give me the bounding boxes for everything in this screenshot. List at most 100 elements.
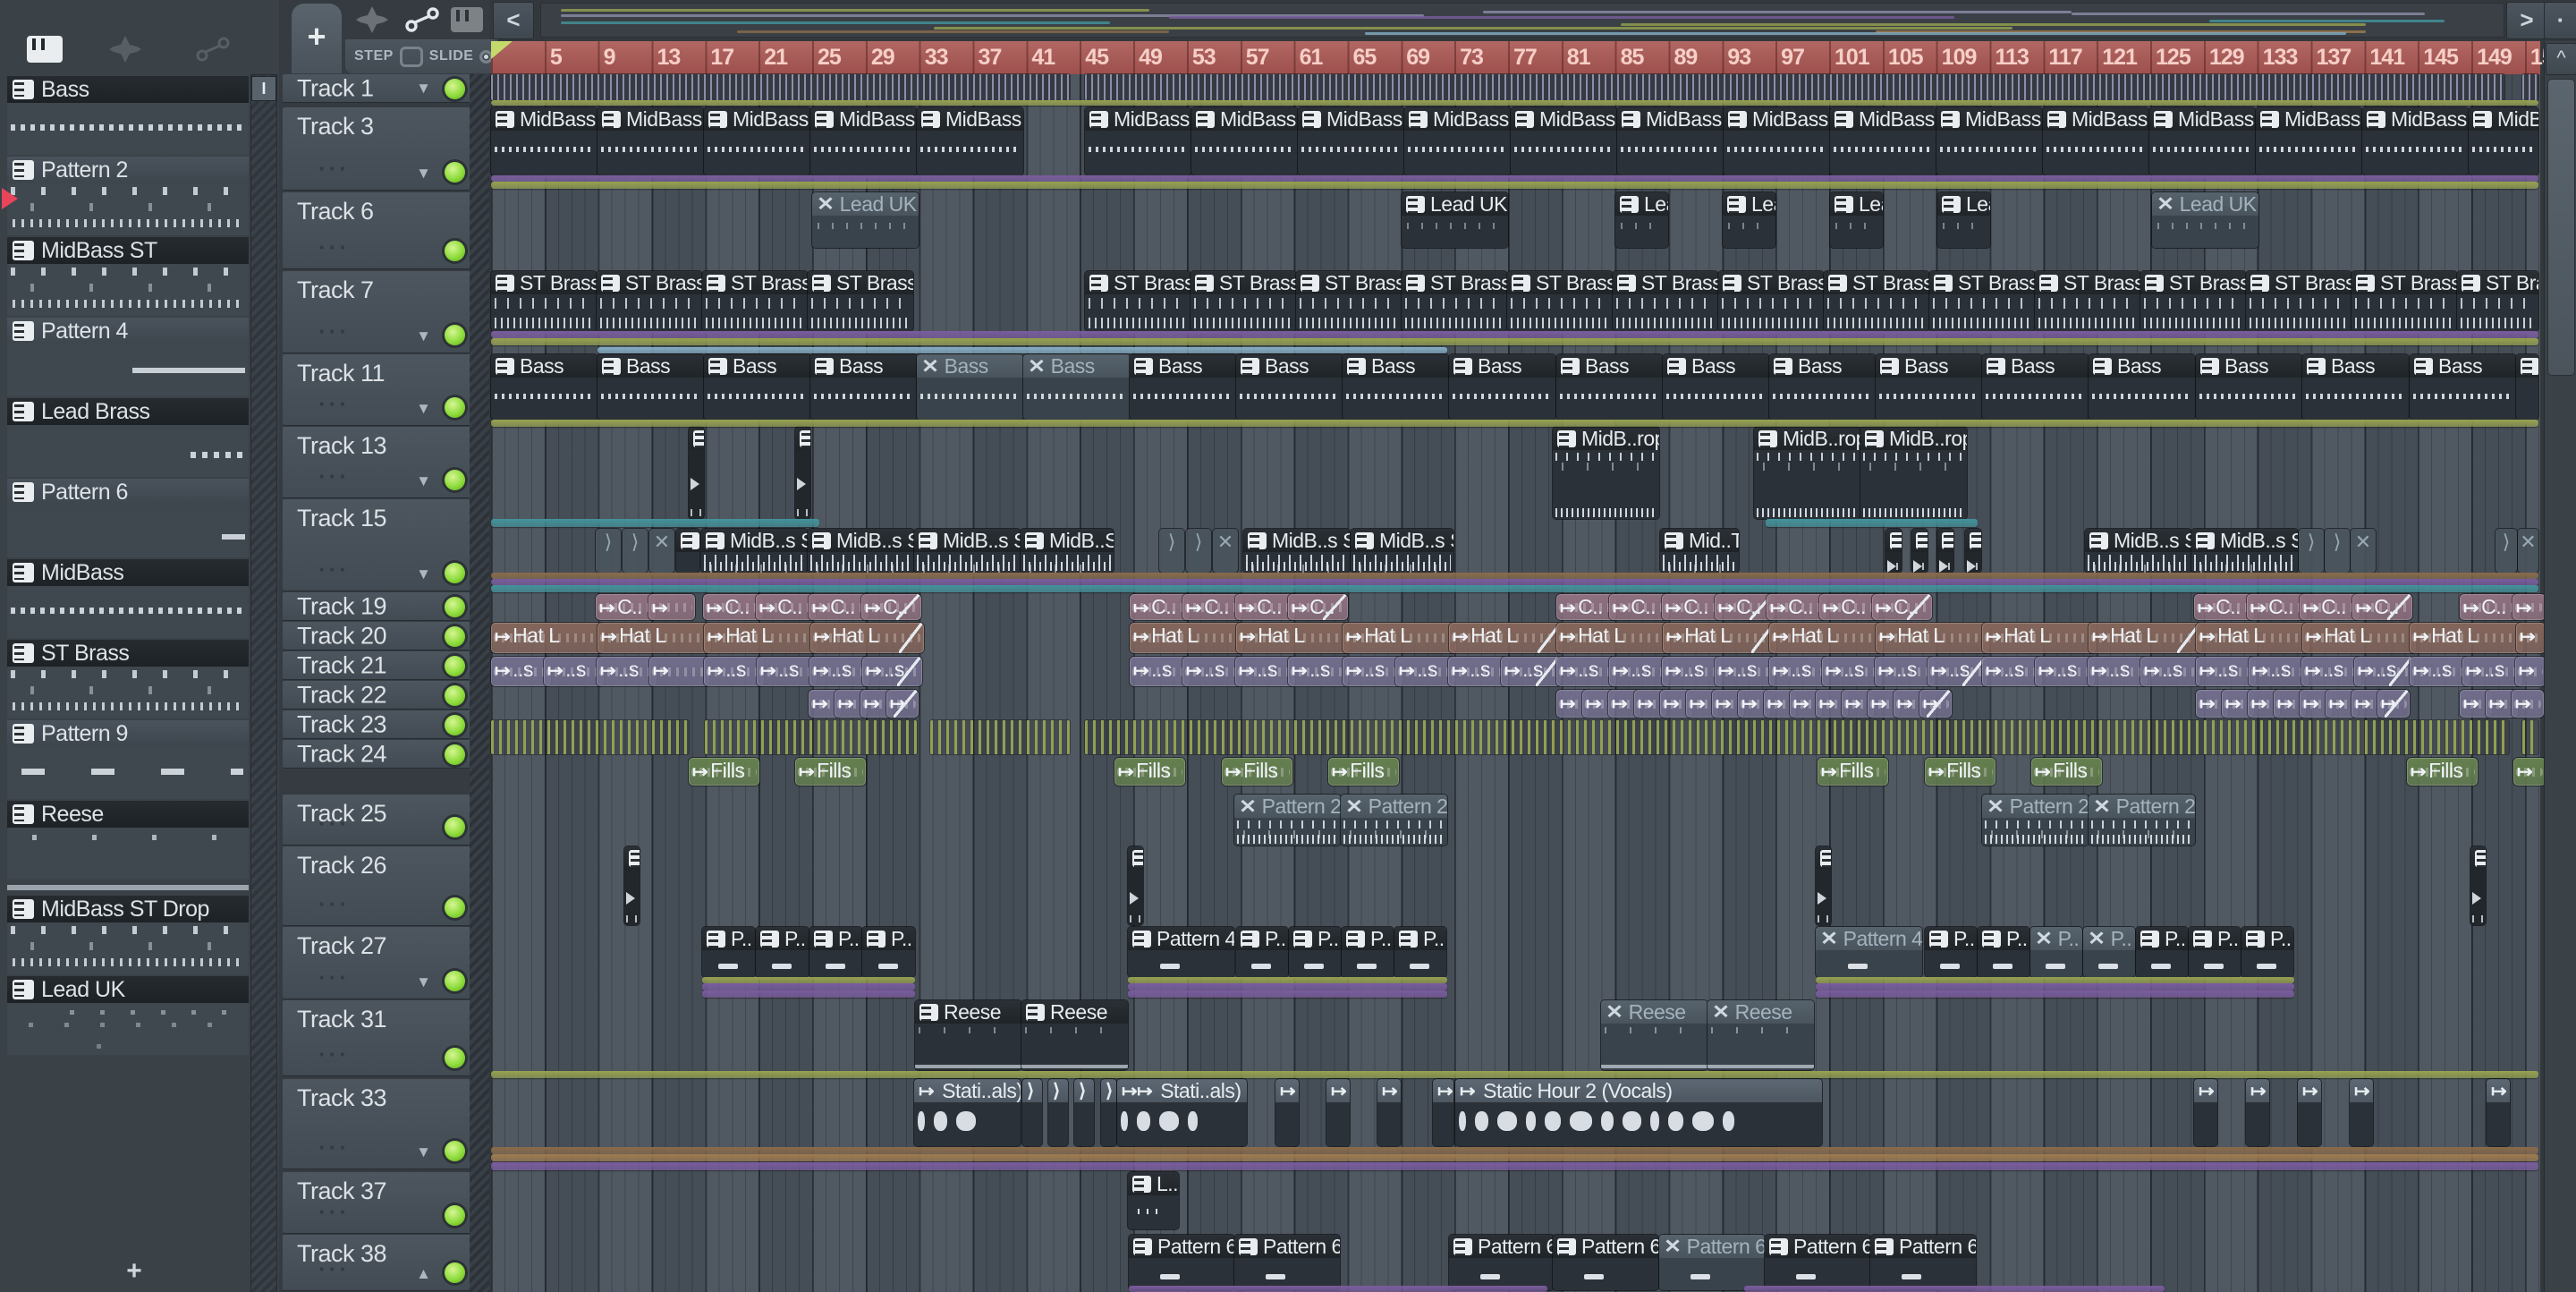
pattern-item[interactable]: Pattern 6 <box>7 479 249 557</box>
pattern-clip[interactable]: Reese <box>1021 1000 1128 1070</box>
pattern-clip[interactable]: MidB..s ST <box>1351 529 1453 573</box>
automation-strip[interactable] <box>702 990 915 998</box>
pattern-item[interactable]: MidBass ST Drop <box>7 896 249 974</box>
audio-clip[interactable]: ↦ <box>2377 690 2410 718</box>
wave-icon[interactable] <box>354 5 390 34</box>
pattern-clip[interactable]: MidB..s ST <box>1243 529 1350 573</box>
automation-strip[interactable] <box>491 175 2538 182</box>
pattern-clip[interactable]: MidBass <box>2043 107 2149 175</box>
pattern-clip[interactable]: ST Brass <box>2246 271 2351 331</box>
track-mute-light[interactable] <box>445 1048 465 1068</box>
pattern-clip[interactable]: MidBass <box>1404 107 1511 175</box>
track-mute-light[interactable] <box>445 1262 465 1283</box>
audio-clip[interactable]: ↦C.. <box>1819 594 1879 620</box>
pattern-strip-clip[interactable] <box>2522 720 2538 754</box>
pattern-clip[interactable]: P.. <box>702 927 755 977</box>
pattern-clip[interactable]: ✕ P.. <box>2083 927 2135 977</box>
pattern-clip[interactable]: MidB..s ST <box>2191 529 2298 573</box>
audio-clip[interactable]: ↦..s <box>2410 657 2470 686</box>
scroll-right-button[interactable]: > <box>2506 2 2547 39</box>
audio-clip[interactable]: ↦C.. <box>1872 594 1932 620</box>
automation-icon[interactable] <box>195 36 231 63</box>
audio-clip[interactable]: ↦Hat L <box>704 623 818 653</box>
pattern-clip[interactable] <box>689 427 704 519</box>
automation-strip[interactable] <box>702 977 915 983</box>
pattern-item-header[interactable]: Pattern 6 <box>7 479 249 506</box>
automation-strip[interactable] <box>1816 977 2294 983</box>
pattern-clip[interactable]: MidBass <box>2469 107 2538 175</box>
pattern-clip[interactable]: Bass <box>597 354 704 420</box>
audio-clip[interactable]: ↦Hat L <box>1130 623 1243 653</box>
pattern-clip[interactable]: ST Brass <box>2035 271 2140 331</box>
chevron-down-icon[interactable]: ▼ <box>416 327 431 345</box>
pattern-clip[interactable]: MidBass <box>491 107 597 175</box>
track-mute-light[interactable] <box>445 714 465 735</box>
pattern-clip[interactable]: Lead UK <box>1723 192 1775 248</box>
audio-clip[interactable]: ↦ <box>649 657 709 686</box>
automation-strip[interactable] <box>1128 977 1447 983</box>
pattern-clip[interactable]: Bass <box>1449 354 1555 420</box>
audio-clip[interactable]: ↦..s <box>2354 657 2414 686</box>
audio-clip[interactable]: ↦C.. <box>2300 594 2360 620</box>
track-options-dots[interactable]: ··· <box>318 890 350 918</box>
audio-clip[interactable]: ↦Fills <box>1925 758 1996 786</box>
track-row[interactable]: Track 38 ··· ▲ <box>283 1235 481 1290</box>
audio-clip[interactable]: ↦Hat L <box>1876 623 1989 653</box>
automation-strip[interactable] <box>1128 983 1447 990</box>
pattern-clip[interactable]: MidBass <box>1191 107 1298 175</box>
audio-clip[interactable]: ↦..s <box>1875 657 1935 686</box>
audio-clip[interactable]: ↦ <box>886 690 919 718</box>
options-button[interactable]: · <box>2544 2 2576 39</box>
audio-clip[interactable]: ↦Hat L <box>1343 623 1456 653</box>
audio-clip[interactable]: ↦C.. <box>1556 594 1616 620</box>
track-row[interactable]: Track 21 <box>283 651 481 679</box>
chevron-down-icon[interactable]: ▼ <box>416 165 431 183</box>
pattern-clip[interactable]: Lead UK <box>1937 192 1990 248</box>
track-mute-light[interactable] <box>445 897 465 918</box>
pattern-item-header[interactable]: MidBass ST Drop <box>7 896 249 922</box>
track-row[interactable]: Track 20 <box>283 622 481 650</box>
pattern-clip[interactable]: Pattern 4 <box>1128 927 1234 977</box>
pattern-clip[interactable]: P.. <box>862 927 915 977</box>
pattern-clip[interactable]: Mid..T <box>1660 529 1739 573</box>
pattern-item-header[interactable]: ST Brass <box>7 640 249 667</box>
automation-strip[interactable] <box>491 1162 2538 1170</box>
pattern-clip[interactable]: Bass <box>1343 354 1449 420</box>
automation-strip[interactable] <box>1128 990 1447 998</box>
pattern-strip-clip[interactable] <box>491 720 689 754</box>
audio-clip[interactable]: ⟩ <box>1022 1079 1042 1146</box>
pattern-clip[interactable]: ✕ Pattern 2 <box>1234 795 1341 846</box>
chevron-down-icon[interactable]: ▼ <box>416 973 431 991</box>
pattern-clip[interactable]: ST Brass <box>1824 271 1929 331</box>
audio-clip[interactable]: ↦C.. <box>1609 594 1669 620</box>
pattern-clip[interactable]: Bass <box>1769 354 1876 420</box>
pattern-clip[interactable]: ST Brass <box>1402 271 1507 331</box>
track-mute-light[interactable] <box>445 1205 465 1226</box>
pattern-clip[interactable]: Bass <box>1236 354 1343 420</box>
track-mute-light[interactable] <box>445 684 465 706</box>
automation-strip[interactable] <box>1816 990 2294 998</box>
audio-clip[interactable]: ↦C.. <box>1288 594 1348 620</box>
pattern-clip[interactable]: Bass <box>2089 354 2195 420</box>
pattern-clip[interactable] <box>1965 529 1981 573</box>
pattern-clip[interactable]: P.. <box>1342 927 1394 977</box>
pattern-clip[interactable]: ST Brass <box>491 271 597 331</box>
track-mute-light[interactable] <box>445 625 465 647</box>
pattern-clip[interactable]: Reese <box>915 1000 1021 1070</box>
pattern-clip[interactable]: Bass <box>1982 354 2089 420</box>
pattern-item[interactable]: Bass <box>7 76 249 155</box>
pattern-clip[interactable]: ✕ Bass <box>917 354 1023 420</box>
audio-clip[interactable]: ↦↦ Stati..als) <box>1117 1079 1247 1146</box>
automation-strip[interactable] <box>491 1071 2538 1078</box>
audio-clip[interactable]: ↦..s <box>597 657 657 686</box>
pattern-clip[interactable]: P.. <box>1394 927 1446 977</box>
track-row[interactable]: Track 6 ··· <box>283 192 481 268</box>
pattern-clip[interactable]: Pattern 6 <box>1129 1235 1234 1290</box>
pattern-clip[interactable]: ST Brass <box>1191 271 1296 331</box>
automation-strip[interactable] <box>491 1147 2538 1154</box>
track-row[interactable]: Track 15 ··· ▼ <box>283 499 481 591</box>
automation-strip[interactable] <box>491 338 2538 345</box>
audio-clip[interactable]: ↦Fills <box>1328 758 1399 786</box>
chevron-down-icon[interactable]: ▼ <box>416 400 431 418</box>
audio-clip[interactable]: ↦Fills <box>1818 758 1888 786</box>
